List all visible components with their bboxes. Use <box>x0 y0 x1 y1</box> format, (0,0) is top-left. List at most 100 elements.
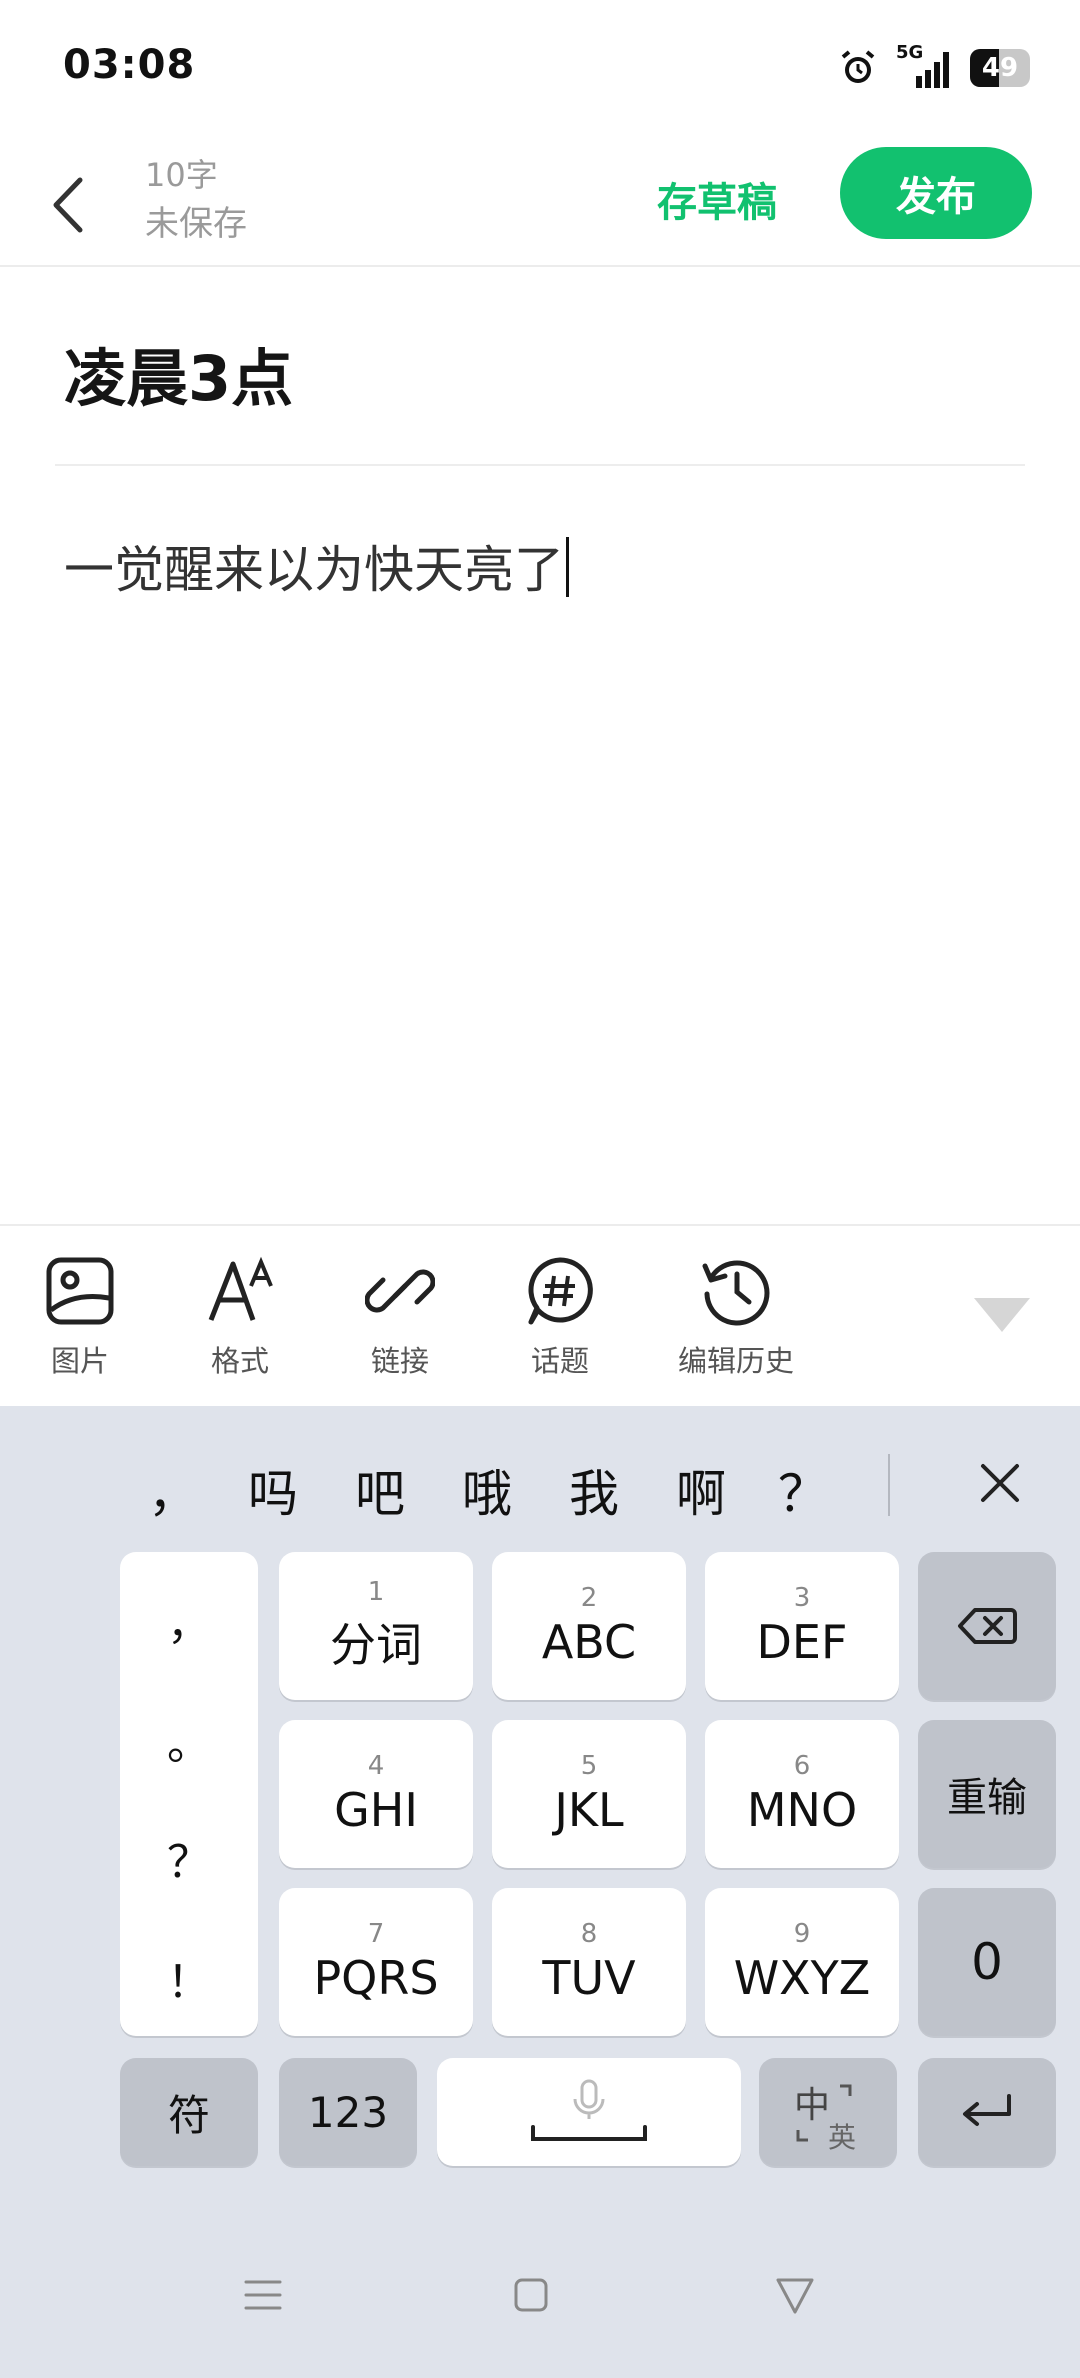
backspace-key[interactable] <box>918 1552 1056 1700</box>
system-navigation-bar <box>0 2230 1080 2378</box>
zero-key[interactable]: 0 <box>918 1888 1056 2036</box>
enter-icon <box>963 2094 1011 2126</box>
candidate-word[interactable]: 哦 <box>462 1454 512 1526</box>
punct-question-key[interactable]: ？ <box>120 1826 258 1890</box>
symbol-key[interactable]: 符 <box>120 2058 258 2166</box>
toolbar-link-label: 链接 <box>370 1344 429 1378</box>
title-divider <box>55 464 1025 466</box>
key-number: 2 <box>580 1583 598 1613</box>
close-icon <box>981 1464 1019 1502</box>
post-title-input[interactable]: 凌晨3点 <box>64 328 293 418</box>
t9-key-3[interactable]: 3 DEF <box>705 1552 899 1700</box>
key-letters: WXYZ <box>733 1951 871 2005</box>
key-number: 7 <box>367 1919 385 1949</box>
back-button[interactable] <box>40 170 100 240</box>
candidate-word[interactable]: 啊 <box>676 1454 726 1526</box>
microphone-icon <box>531 2079 647 2141</box>
t9-key-4[interactable]: 4 GHI <box>279 1720 473 1868</box>
text-cursor <box>566 537 569 597</box>
t9-key-2[interactable]: 2 ABC <box>492 1552 686 1700</box>
editor-toolbar: 图片 格式 链接 话题 编辑历史 <box>0 1224 1080 1408</box>
space-key[interactable] <box>437 2058 741 2166</box>
candidate-word[interactable]: ， <box>148 1454 198 1526</box>
t9-key-1[interactable]: 1 分词 <box>279 1552 473 1700</box>
candidate-divider <box>888 1454 890 1516</box>
key-number: 1 <box>367 1577 385 1607</box>
key-letters: MNO <box>746 1783 858 1837</box>
t9-key-6[interactable]: 6 MNO <box>705 1720 899 1868</box>
candidate-word[interactable]: 吗 <box>248 1454 298 1526</box>
zero-label: 0 <box>971 1933 1003 1991</box>
body-text: 一觉醒来以为快天亮了 <box>64 541 564 599</box>
word-count: 10字 <box>145 156 218 194</box>
save-draft-button[interactable]: 存草稿 <box>657 170 777 228</box>
close-candidates-button[interactable] <box>975 1458 1025 1512</box>
key-letters: GHI <box>334 1783 418 1837</box>
editor-header: 10字 未保存 存草稿 发布 <box>0 130 1080 267</box>
toolbar-topic-button[interactable]: 话题 <box>518 1256 602 1380</box>
t9-key-8[interactable]: 8 TUV <box>492 1888 686 2036</box>
home-square-icon <box>514 2278 548 2312</box>
back-triangle-icon <box>776 2278 814 2314</box>
nav-menu-button[interactable] <box>240 2272 286 2322</box>
post-body-input[interactable]: 一觉醒来以为快天亮了 <box>64 530 569 602</box>
punct-exclaim-key[interactable]: ！ <box>120 1946 258 2010</box>
candidate-word[interactable]: 我 <box>569 1454 619 1526</box>
retype-label: 重输 <box>947 1775 1027 1821</box>
nav-home-button[interactable] <box>508 2272 554 2322</box>
language-switch-key[interactable]: 中 英 <box>759 2058 897 2166</box>
save-state: 未保存 <box>145 204 247 244</box>
punct-period-key[interactable]: 。 <box>120 1708 258 1772</box>
toolbar-image-button[interactable]: 图片 <box>38 1256 122 1380</box>
toolbar-topic-label: 话题 <box>530 1344 589 1378</box>
numeric-key[interactable]: 123 <box>279 2058 417 2166</box>
toolbar-format-label: 格式 <box>210 1344 269 1378</box>
status-icons: 5G 49 <box>838 42 1030 90</box>
battery-icon: 49 <box>970 49 1030 87</box>
key-number: 3 <box>793 1583 811 1613</box>
key-letters: JKL <box>554 1783 624 1837</box>
history-icon <box>702 1260 770 1326</box>
key-letters: DEF <box>756 1615 848 1669</box>
toolbar-format-button[interactable]: 格式 <box>198 1256 282 1380</box>
punctuation-column: ， 。 ？ ！ <box>120 1552 258 2036</box>
enter-key[interactable] <box>918 2058 1056 2166</box>
candidate-word[interactable]: ？ <box>778 1454 828 1526</box>
image-icon <box>46 1257 114 1325</box>
punct-comma-key[interactable]: ， <box>120 1588 258 1652</box>
toolbar-history-label: 编辑历史 <box>677 1344 794 1378</box>
toolbar-history-button[interactable]: 编辑历史 <box>666 1256 806 1380</box>
t9-key-9[interactable]: 9 WXYZ <box>705 1888 899 2036</box>
collapse-toolbar-button[interactable] <box>974 1298 1030 1338</box>
t9-key-7[interactable]: 7 PQRS <box>279 1888 473 2036</box>
key-letters: TUV <box>542 1951 636 2005</box>
key-letters: 分词 <box>330 1618 422 1672</box>
lang-switch-icon <box>796 2084 852 2142</box>
key-number: 8 <box>580 1919 598 1949</box>
topic-icon <box>528 1257 593 1325</box>
alarm-icon <box>841 50 875 83</box>
signal-icon: 5G <box>896 42 952 88</box>
key-number: 9 <box>793 1919 811 1949</box>
toolbar-link-button[interactable]: 链接 <box>358 1256 442 1380</box>
menu-icon <box>244 2280 282 2310</box>
chevron-left-icon <box>53 177 83 233</box>
status-time: 03:08 <box>63 42 196 88</box>
key-number: 5 <box>580 1751 598 1781</box>
publish-button[interactable]: 发布 <box>840 147 1032 239</box>
key-number: 4 <box>367 1751 385 1781</box>
retype-key[interactable]: 重输 <box>918 1720 1056 1868</box>
t9-key-5[interactable]: 5 JKL <box>492 1720 686 1868</box>
candidate-word[interactable]: 吧 <box>355 1454 405 1526</box>
key-letters: ABC <box>541 1615 637 1669</box>
backspace-icon <box>958 1608 1017 1644</box>
toolbar-image-label: 图片 <box>50 1344 109 1378</box>
nav-back-button[interactable] <box>772 2272 818 2322</box>
key-number: 6 <box>793 1751 811 1781</box>
key-letters: PQRS <box>313 1951 439 2005</box>
numeric-label: 123 <box>307 2087 389 2137</box>
symbol-label: 符 <box>167 2090 210 2140</box>
triangle-down-icon <box>974 1298 1030 1332</box>
link-icon <box>365 1269 435 1313</box>
format-icon <box>208 1256 273 1321</box>
